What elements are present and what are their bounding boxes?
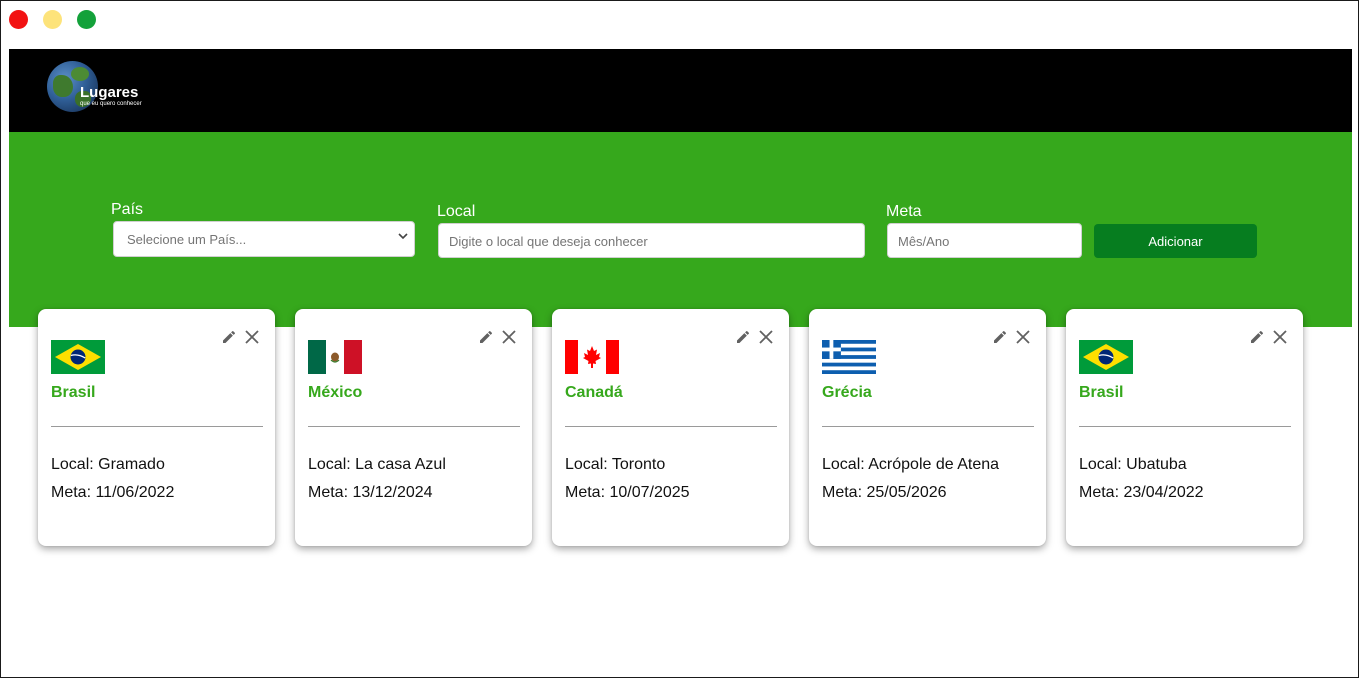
edit-icon[interactable] xyxy=(735,329,751,350)
card-local: Local: Gramado xyxy=(51,456,165,473)
place-card: México Local: La casa Azul Meta: 13/12/2… xyxy=(295,309,532,546)
close-icon[interactable] xyxy=(244,329,260,350)
meta-input[interactable]: Mês/Ano xyxy=(887,223,1082,258)
card-country: Brasil xyxy=(1079,384,1124,401)
card-country: México xyxy=(308,384,363,401)
chevron-down-icon xyxy=(398,230,408,244)
close-icon[interactable] xyxy=(1015,329,1031,350)
divider xyxy=(308,426,520,427)
card-country: Canadá xyxy=(565,384,623,401)
logo[interactable]: Lugares que eu quero conhecer xyxy=(47,61,157,113)
window-controls xyxy=(9,10,96,29)
close-icon[interactable] xyxy=(501,329,517,350)
place-card: Brasil Local: Ubatuba Meta: 23/04/2022 xyxy=(1066,309,1303,546)
divider xyxy=(822,426,1034,427)
minimize-window-button[interactable] xyxy=(43,10,62,29)
brazil-flag-icon xyxy=(1079,340,1133,374)
brazil-flag-icon xyxy=(51,340,105,374)
country-label: País xyxy=(111,201,144,218)
card-country: Grécia xyxy=(822,384,872,401)
canada-flag-icon xyxy=(565,340,619,374)
maximize-window-button[interactable] xyxy=(77,10,96,29)
country-select[interactable]: Selecione um País... xyxy=(113,221,415,257)
local-input-placeholder: Digite o local que deseja conhecer xyxy=(449,234,648,249)
card-local: Local: La casa Azul xyxy=(308,456,446,473)
card-meta: Meta: 10/07/2025 xyxy=(565,484,690,501)
card-local: Local: Toronto xyxy=(565,456,666,473)
mexico-flag-icon xyxy=(308,340,362,374)
card-local: Local: Acrópole de Atena xyxy=(822,456,1000,473)
divider xyxy=(565,426,777,427)
places-list: Brasil Local: Gramado Meta: 11/06/2022 M… xyxy=(38,309,1303,546)
logo-title: Lugares xyxy=(80,84,139,101)
edit-icon[interactable] xyxy=(221,329,237,350)
app: Lugares que eu quero conhecer País Selec… xyxy=(9,49,1352,327)
edit-icon[interactable] xyxy=(992,329,1008,350)
card-country: Brasil xyxy=(51,384,96,401)
divider xyxy=(51,426,263,427)
add-button[interactable]: Adicionar xyxy=(1094,224,1257,258)
card-meta: Meta: 13/12/2024 xyxy=(308,484,433,501)
edit-icon[interactable] xyxy=(1249,329,1265,350)
country-select-value: Selecione um País... xyxy=(127,232,247,247)
add-place-form: País Selecione um País... Local Digite o… xyxy=(9,132,1352,327)
card-meta: Meta: 25/05/2026 xyxy=(822,484,947,501)
card-meta: Meta: 23/04/2022 xyxy=(1079,484,1204,501)
close-icon[interactable] xyxy=(1272,329,1288,350)
close-icon[interactable] xyxy=(758,329,774,350)
local-input[interactable]: Digite o local que deseja conhecer xyxy=(438,223,865,258)
card-local: Local: Ubatuba xyxy=(1079,456,1187,473)
divider xyxy=(1079,426,1291,427)
meta-input-placeholder: Mês/Ano xyxy=(898,234,950,249)
close-window-button[interactable] xyxy=(9,10,28,29)
card-meta: Meta: 11/06/2022 xyxy=(51,484,175,501)
edit-icon[interactable] xyxy=(478,329,494,350)
greece-flag-icon xyxy=(822,340,876,374)
place-card: Brasil Local: Gramado Meta: 11/06/2022 xyxy=(38,309,275,546)
header: Lugares que eu quero conhecer xyxy=(9,49,1352,132)
browser-window: Lugares que eu quero conhecer País Selec… xyxy=(0,0,1359,678)
place-card: Grécia Local: Acrópole de Atena Meta: 25… xyxy=(809,309,1046,546)
local-label: Local xyxy=(437,203,476,220)
meta-label: Meta xyxy=(886,203,922,220)
logo-subtitle: que eu quero conhecer xyxy=(80,101,142,107)
place-card: Canadá Local: Toronto Meta: 10/07/2025 xyxy=(552,309,789,546)
